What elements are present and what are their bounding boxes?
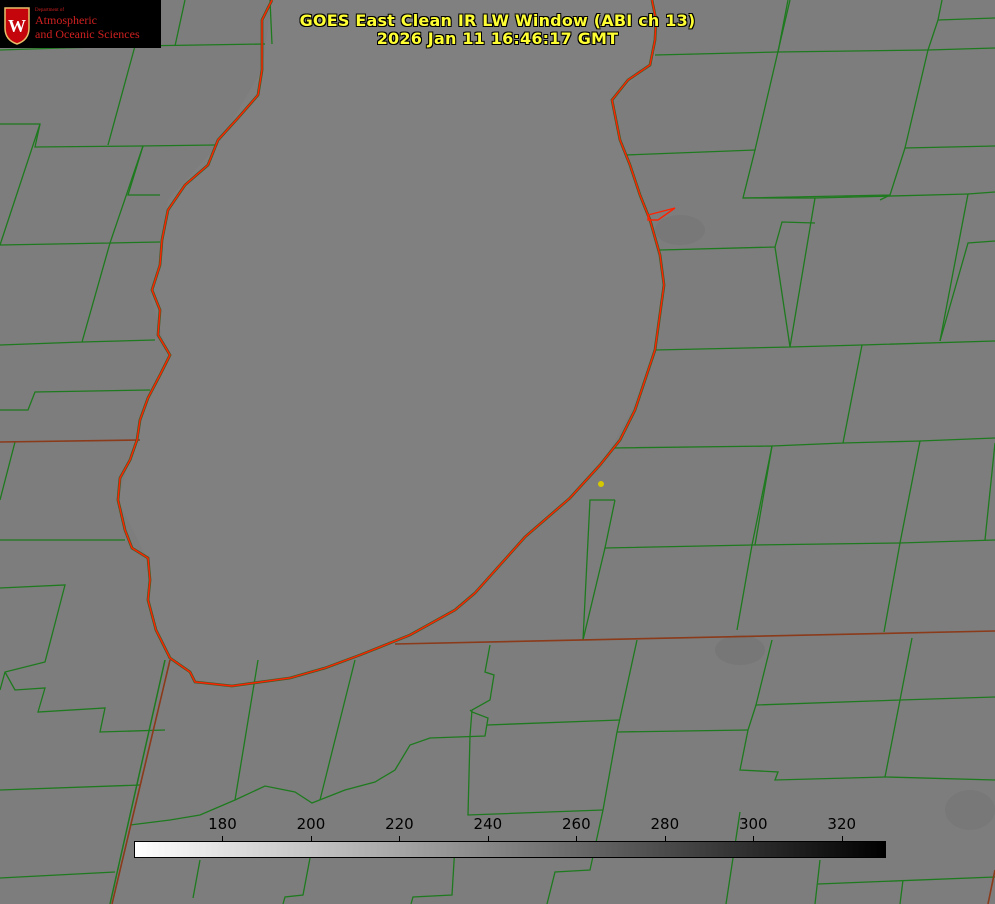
colorbar-tick-label: 300 — [738, 815, 768, 833]
colorbar-tick-label: 240 — [473, 815, 503, 833]
satellite-image-map — [0, 0, 995, 904]
colorbar-tick-label: 320 — [827, 815, 857, 833]
location-marker — [598, 481, 604, 487]
image-title: GOES East Clean IR LW Window (ABI ch 13) — [299, 11, 696, 30]
colorbar-tick-label: 220 — [385, 815, 414, 833]
colorbar-tick-label: 260 — [562, 815, 591, 833]
image-timestamp: 2026 Jan 11 16:46:17 GMT — [376, 29, 619, 48]
colorbar-tick-label: 200 — [296, 815, 326, 833]
colorbar-tick-label: 280 — [650, 815, 680, 833]
colorbar-tick-label: 180 — [208, 815, 237, 833]
satellite-map-view: W Department of Atmospheric and Oceanic … — [0, 0, 995, 904]
colorbar — [134, 841, 886, 858]
